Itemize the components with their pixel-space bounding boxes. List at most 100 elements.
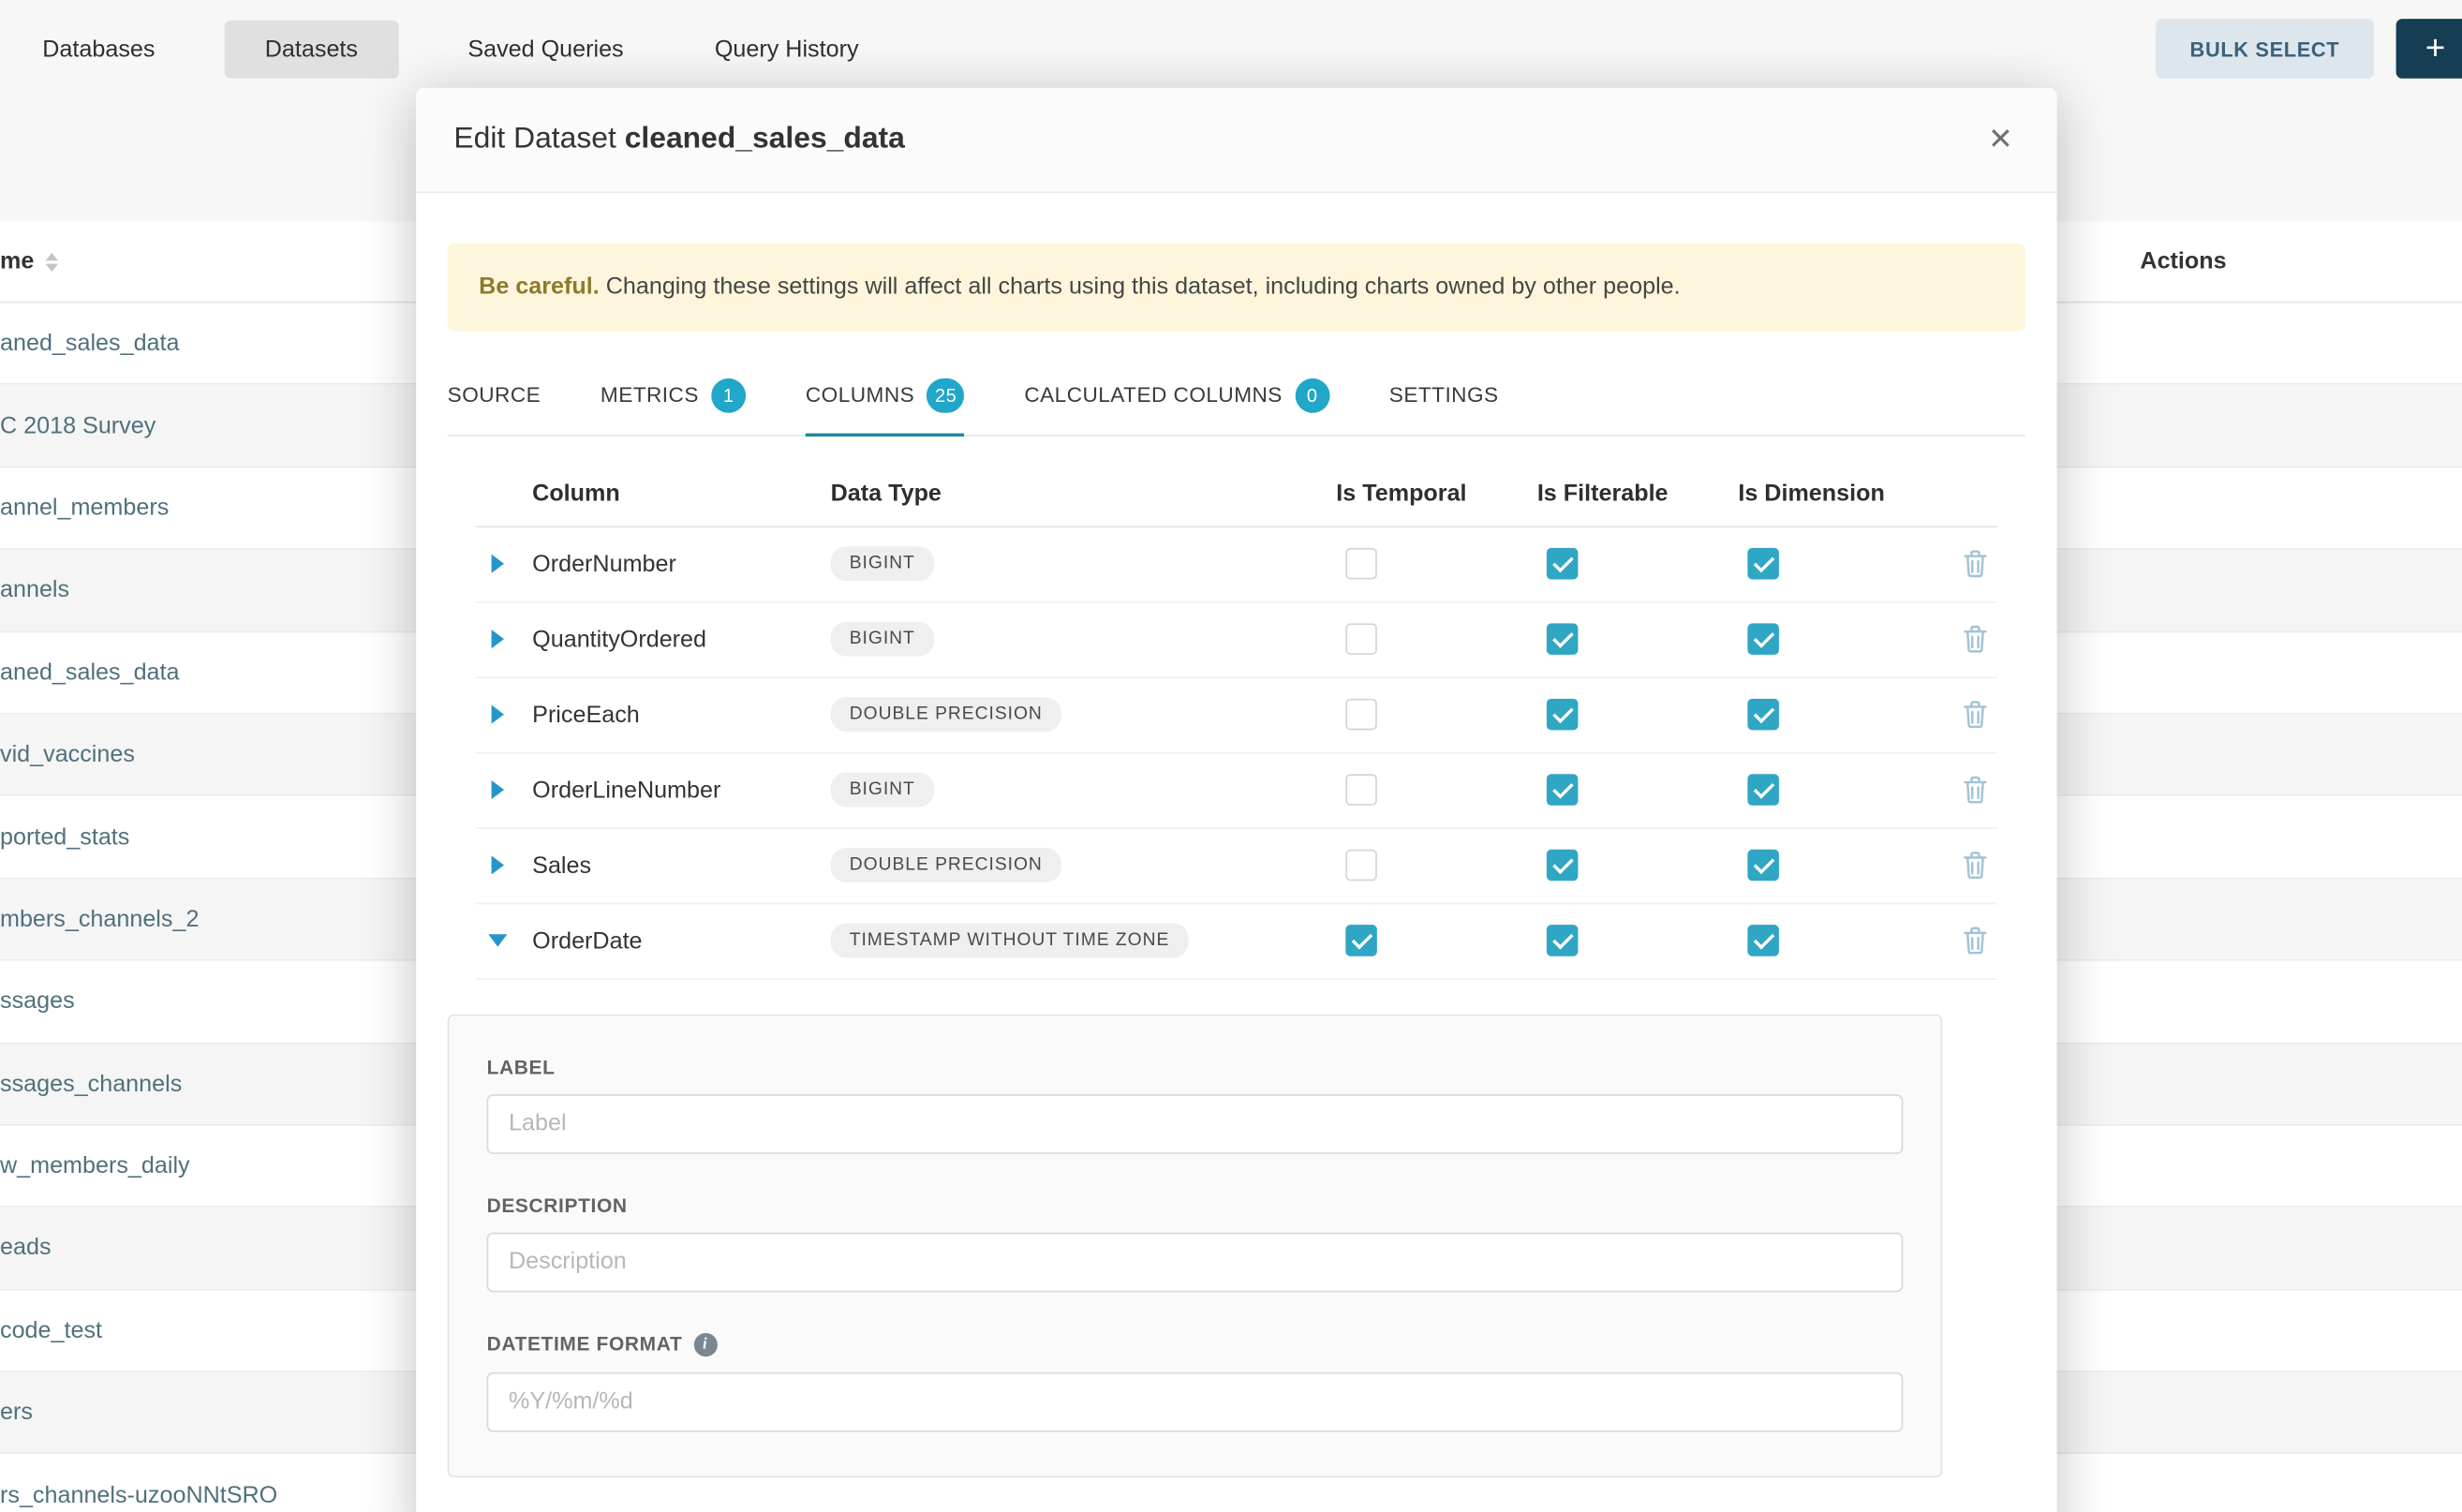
columns-rows: OrderNumber BIGINT QuantityOrdered BIGIN… — [476, 527, 1997, 980]
filterable-checkbox[interactable] — [1547, 926, 1579, 957]
dataset-link[interactable]: ported_stats — [0, 823, 129, 850]
bulk-select-button[interactable]: BULK SELECT — [2156, 19, 2374, 79]
top-nav-right: BULK SELECT + — [2156, 19, 2462, 79]
column-name: Sales — [532, 852, 830, 879]
label-input[interactable] — [487, 1094, 1904, 1154]
temporal-checkbox[interactable] — [1345, 548, 1377, 580]
column-detail-panel: LABEL DESCRIPTION DATETIME FORMAT i — [448, 1014, 1943, 1476]
temporal-checkbox[interactable] — [1345, 699, 1377, 731]
dimension-checkbox[interactable] — [1747, 624, 1779, 656]
column-row: OrderNumber BIGINT — [476, 527, 1997, 602]
nav-item-label: Query History — [715, 36, 859, 62]
expand-caret-icon[interactable] — [492, 780, 504, 799]
modal-tab[interactable]: SETTINGS — [1389, 378, 1499, 437]
dataset-link[interactable]: mbers_channels_2 — [0, 906, 199, 932]
filterable-checkbox[interactable] — [1547, 850, 1579, 882]
dimension-checkbox[interactable] — [1747, 926, 1779, 957]
filterable-checkbox[interactable] — [1547, 775, 1579, 807]
column-name: QuantityOrdered — [532, 626, 830, 652]
temporal-checkbox[interactable] — [1345, 624, 1377, 656]
nav-item-label: Datasets — [265, 36, 358, 62]
nav-item[interactable]: Databases — [21, 20, 177, 78]
nav-item[interactable]: Saved Queries — [446, 20, 645, 78]
tab-label: SOURCE — [448, 383, 541, 407]
dataset-link[interactable]: aned_sales_data — [0, 660, 180, 686]
modal-tab[interactable]: COLUMNS 25 — [806, 378, 965, 437]
expand-caret-icon[interactable] — [492, 856, 504, 875]
tab-badge: 1 — [711, 378, 746, 413]
name-column-header: me — [0, 248, 57, 274]
plus-icon: + — [2425, 28, 2446, 69]
tab-label: COLUMNS — [806, 383, 914, 407]
tab-badge: 25 — [927, 378, 965, 413]
modal-tabs: SOURCE METRICS 1 COLUMNS 25 CALCULATED C… — [448, 378, 2025, 437]
nav-item-label: Saved Queries — [467, 36, 623, 62]
top-nav: Databases Datasets Saved Queries Query H… — [0, 0, 2462, 97]
temporal-checkbox[interactable] — [1345, 775, 1377, 807]
dataset-link[interactable]: annels — [0, 577, 69, 603]
trash-icon — [1963, 550, 1988, 578]
expand-caret-icon[interactable] — [488, 935, 507, 947]
dataset-link[interactable]: ssages_channels — [0, 1071, 182, 1097]
modal-tab[interactable]: METRICS 1 — [601, 378, 746, 437]
expand-caret-icon[interactable] — [492, 555, 504, 573]
tab-badge: 0 — [1295, 378, 1329, 413]
screen: Databases Datasets Saved Queries Query H… — [0, 0, 2462, 1512]
delete-column-button[interactable] — [1960, 924, 1992, 958]
delete-column-button[interactable] — [1960, 773, 1992, 808]
dataset-link[interactable]: w_members_daily — [0, 1152, 190, 1178]
modal-tab[interactable]: SOURCE — [448, 378, 541, 437]
delete-column-button[interactable] — [1960, 848, 1992, 882]
column-name: OrderNumber — [532, 551, 830, 577]
delete-column-button[interactable] — [1960, 547, 1992, 582]
nav-item[interactable]: Datasets — [224, 20, 398, 78]
column-row: QuantityOrdered BIGINT — [476, 602, 1997, 677]
dimension-checkbox[interactable] — [1747, 699, 1779, 731]
datetime-format-input[interactable] — [487, 1371, 1904, 1431]
dataset-link[interactable]: ers — [0, 1400, 33, 1426]
header-is-temporal: Is Temporal — [1336, 480, 1537, 506]
trash-icon — [1963, 625, 1988, 653]
trash-icon — [1963, 926, 1988, 955]
label-form-group: LABEL — [487, 1057, 1904, 1154]
modal-body: Be careful. Changing these settings will… — [416, 244, 2056, 1477]
dataset-link[interactable]: eads — [0, 1235, 52, 1261]
dataset-link[interactable]: C 2018 Survey — [0, 412, 156, 438]
add-dataset-button[interactable]: + — [2396, 19, 2462, 79]
dataset-link[interactable]: code_test — [0, 1317, 102, 1343]
description-input[interactable] — [487, 1232, 1904, 1292]
dataset-link[interactable]: rs_channels-uzooNNtSRO — [0, 1482, 277, 1508]
dataset-link[interactable]: aned_sales_data — [0, 330, 180, 356]
temporal-checkbox[interactable] — [1345, 926, 1377, 957]
modal-tab[interactable]: CALCULATED COLUMNS 0 — [1024, 378, 1329, 437]
dataset-link[interactable]: ssages — [0, 988, 75, 1015]
column-type-pill: BIGINT — [831, 773, 934, 808]
expand-caret-icon[interactable] — [492, 630, 504, 649]
dataset-link[interactable]: vid_vaccines — [0, 741, 135, 767]
sort-icon[interactable] — [45, 252, 57, 271]
column-row: PriceEach DOUBLE PRECISION — [476, 678, 1997, 753]
delete-column-button[interactable] — [1960, 698, 1992, 733]
nav-item[interactable]: Query History — [692, 20, 881, 78]
top-nav-tabs: Databases Datasets Saved Queries Query H… — [21, 20, 881, 78]
column-row: Sales DOUBLE PRECISION — [476, 829, 1997, 904]
datetime-format-form-group: DATETIME FORMAT i — [487, 1333, 1904, 1432]
close-icon[interactable]: ✕ — [1981, 119, 2019, 161]
dimension-checkbox[interactable] — [1747, 548, 1779, 580]
dimension-checkbox[interactable] — [1747, 850, 1779, 882]
filterable-checkbox[interactable] — [1547, 699, 1579, 731]
dimension-checkbox[interactable] — [1747, 775, 1779, 807]
info-icon[interactable]: i — [693, 1333, 717, 1356]
delete-column-button[interactable] — [1960, 622, 1992, 657]
columns-table: Column Data Type Is Temporal Is Filterab… — [476, 458, 1997, 979]
name-column-header-label: me — [0, 248, 34, 274]
header-is-dimension: Is Dimension — [1738, 480, 1958, 506]
column-name: OrderLineNumber — [532, 777, 830, 803]
filterable-checkbox[interactable] — [1547, 548, 1579, 580]
temporal-checkbox[interactable] — [1345, 850, 1377, 882]
expand-caret-icon[interactable] — [492, 705, 504, 724]
header-column: Column — [532, 480, 830, 506]
trash-icon — [1963, 852, 1988, 880]
filterable-checkbox[interactable] — [1547, 624, 1579, 656]
dataset-link[interactable]: annel_members — [0, 495, 169, 521]
